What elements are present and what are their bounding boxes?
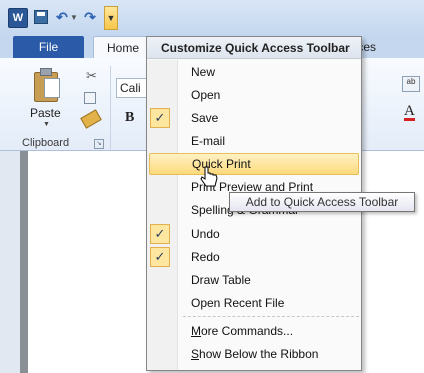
menu-item-undo[interactable]: ✓ Undo — [149, 223, 359, 245]
menu-item-label: Undo — [191, 227, 220, 241]
save-icon[interactable] — [32, 8, 50, 26]
menu-item-label: Open — [191, 88, 221, 102]
undo-dropdown-icon[interactable]: ▼ — [69, 8, 79, 26]
menu-item-label: New — [191, 65, 216, 79]
styles-icon[interactable]: ab — [402, 76, 420, 92]
customize-qat-icon[interactable]: ▼ — [104, 6, 118, 30]
hand-cursor-icon — [200, 166, 218, 187]
menu-item-draw-table[interactable]: Draw Table — [149, 269, 359, 291]
redo-icon[interactable]: ↷ — [81, 8, 99, 26]
font-color-icon[interactable]: A — [404, 104, 415, 121]
menu-item-email[interactable]: E-mail — [149, 130, 359, 152]
tooltip: Add to Quick Access Toolbar — [229, 192, 415, 212]
paste-icon[interactable] — [34, 68, 60, 102]
tab-file[interactable]: File — [13, 36, 84, 58]
group-separator — [110, 66, 111, 150]
menu-item-show-below-ribbon[interactable]: Show Below the Ribbon — [149, 343, 359, 365]
menu-separator — [183, 316, 359, 317]
checkmark-icon: ✓ — [150, 108, 170, 128]
font-name-combo[interactable]: Cali — [116, 78, 148, 98]
menu-item-open-recent[interactable]: Open Recent File — [149, 292, 359, 314]
menu-item-label: More Commands... — [191, 324, 294, 338]
menu-item-new[interactable]: New — [149, 61, 359, 83]
menu-item-label: Draw Table — [191, 273, 251, 287]
menu-item-redo[interactable]: ✓ Redo — [149, 246, 359, 268]
menu-title: Customize Quick Access Toolbar — [147, 37, 361, 59]
clipboard-group-label: Clipboard — [22, 137, 70, 149]
menu-item-label: Redo — [191, 250, 220, 264]
page-shadow — [20, 151, 28, 373]
bold-button[interactable]: B — [125, 110, 134, 126]
menu-item-quick-print[interactable]: Quick Print — [149, 153, 359, 175]
menu-item-label: Save — [191, 111, 219, 125]
tab-home[interactable]: Home — [93, 36, 153, 58]
menu-item-save[interactable]: ✓ Save — [149, 107, 359, 129]
menu-item-open[interactable]: Open — [149, 84, 359, 106]
checkmark-icon: ✓ — [150, 247, 170, 267]
menu-item-label: E-mail — [191, 134, 226, 148]
menu-item-label: Open Recent File — [191, 296, 285, 310]
menu-item-label: Show Below the Ribbon — [191, 347, 319, 361]
checkmark-icon: ✓ — [150, 224, 170, 244]
paste-dropdown-icon[interactable]: ▼ — [43, 121, 50, 128]
cut-icon[interactable]: ✂ — [86, 68, 97, 84]
word-logo-icon[interactable]: W — [8, 8, 28, 28]
menu-item-more-commands[interactable]: More Commands... — [149, 320, 359, 342]
clipboard-launcher-icon[interactable]: ↘ — [94, 139, 104, 149]
copy-icon[interactable] — [84, 92, 96, 104]
paste-button-label[interactable]: Paste — [30, 106, 61, 120]
